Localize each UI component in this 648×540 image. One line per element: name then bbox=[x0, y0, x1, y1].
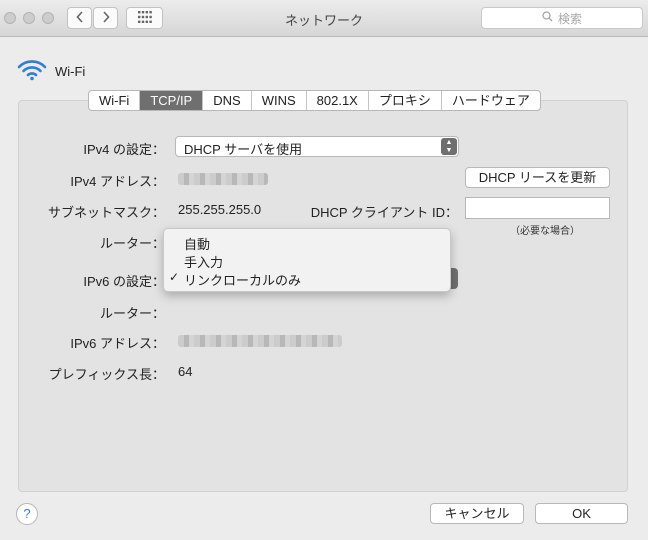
search-input[interactable]: 検索 bbox=[481, 7, 643, 29]
ipv4-config-label: IPv4 の設定： bbox=[83, 142, 165, 157]
title-bar: ネットワーク 検索 bbox=[0, 0, 648, 37]
dhcp-client-id-label: DHCP クライアント ID： bbox=[310, 205, 458, 220]
ipv6-router-label: ルーター： bbox=[99, 306, 165, 321]
ipv4-config-value: DHCP サーバを使用 bbox=[184, 142, 303, 157]
interface-name: Wi-Fi bbox=[55, 64, 86, 79]
ipv6-config-menu: 自動 手入力 ✓ リンクローカルのみ bbox=[163, 228, 451, 292]
ipv4-address-label: IPv4 アドレス： bbox=[70, 174, 165, 189]
tab-8021x[interactable]: 802.1X bbox=[307, 91, 369, 110]
wifi-icon bbox=[17, 59, 47, 84]
dhcp-client-id-field[interactable] bbox=[465, 197, 610, 219]
dhcp-client-id-hint: （必要な場合） bbox=[510, 226, 580, 237]
menu-item-automatic[interactable]: 自動 bbox=[184, 234, 210, 253]
tab-hardware[interactable]: ハードウェア bbox=[442, 91, 540, 110]
subnet-mask-value: 255.255.255.0 bbox=[178, 202, 262, 217]
ok-button[interactable]: OK bbox=[535, 503, 628, 524]
search-icon bbox=[542, 11, 553, 25]
ipv6-address-value-redacted bbox=[178, 335, 342, 347]
tab-tcpip[interactable]: TCP/IP bbox=[140, 91, 204, 110]
router-label: ルーター： bbox=[99, 236, 165, 251]
tab-wins[interactable]: WINS bbox=[252, 91, 307, 110]
ipv4-config-select[interactable]: DHCP サーバを使用 ▲ ▼ bbox=[175, 136, 459, 157]
checkmark-icon: ✓ bbox=[169, 270, 180, 284]
ipv6-address-label: IPv6 アドレス： bbox=[70, 336, 165, 351]
subnet-mask-label: サブネットマスク： bbox=[47, 205, 165, 220]
interface-header: Wi-Fi bbox=[17, 59, 85, 84]
menu-item-manual[interactable]: 手入力 bbox=[184, 252, 223, 271]
ipv4-address-value-redacted bbox=[178, 173, 268, 185]
cancel-button[interactable]: キャンセル bbox=[430, 503, 524, 524]
prefix-length-label: プレフィックス長： bbox=[48, 367, 165, 382]
search-placeholder: 検索 bbox=[557, 11, 582, 26]
up-down-arrows-icon: ▲ ▼ bbox=[441, 138, 457, 155]
tab-bar: Wi-Fi TCP/IP DNS WINS 802.1X プロキシ ハードウェア bbox=[88, 90, 541, 111]
tab-proxy[interactable]: プロキシ bbox=[369, 91, 442, 110]
prefix-length-value: 64 bbox=[178, 364, 193, 379]
settings-panel bbox=[18, 100, 628, 492]
tab-dns[interactable]: DNS bbox=[203, 91, 252, 110]
help-button[interactable]: ? bbox=[16, 503, 38, 525]
menu-item-link-local-only[interactable]: リンクローカルのみ bbox=[184, 270, 301, 289]
ipv6-config-label: IPv6 の設定： bbox=[83, 274, 165, 289]
renew-dhcp-button[interactable]: DHCP リースを更新 bbox=[465, 167, 610, 188]
tab-wifi[interactable]: Wi-Fi bbox=[89, 91, 141, 110]
